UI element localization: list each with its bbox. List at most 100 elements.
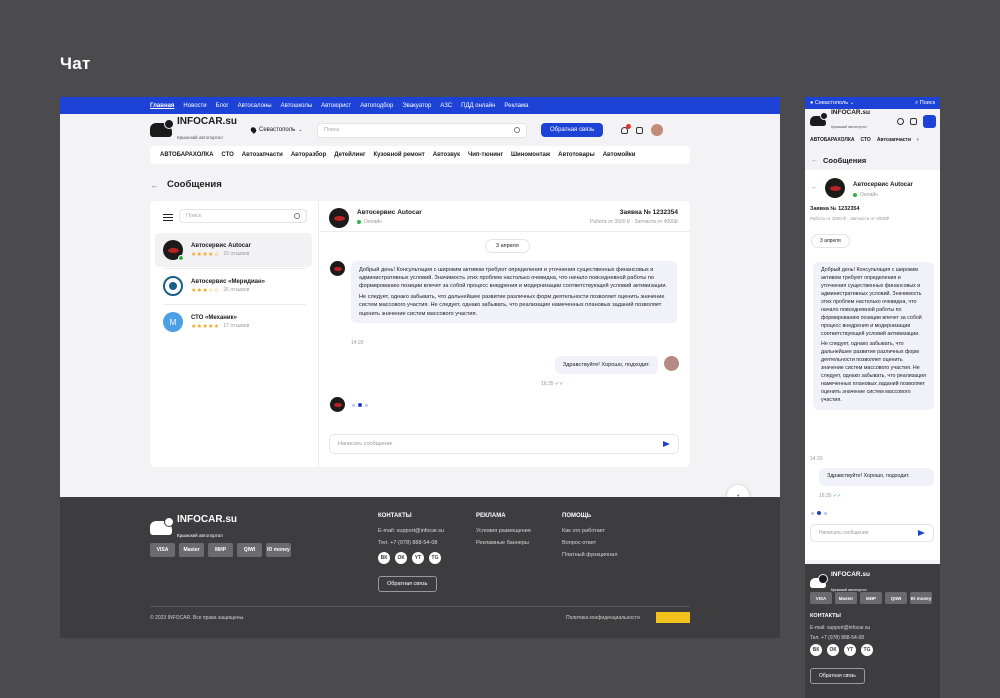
nav-car-selection[interactable]: Автоподбор <box>360 103 393 109</box>
notifications-icon[interactable] <box>621 123 632 134</box>
youtube-icon[interactable]: YT <box>412 552 424 564</box>
privacy-policy-link[interactable]: Политика конфиденциальности <box>566 615 640 621</box>
rating-stars: ★★★★☆ <box>191 251 220 258</box>
order-details: Работа от 3500 ₽ · Запчасти от 4000₽ <box>810 216 890 221</box>
category-sto[interactable]: СТО <box>861 137 871 143</box>
nav-ads[interactable]: Реклама <box>504 103 528 109</box>
chevron-right-icon[interactable]: › <box>917 137 919 143</box>
copyright: © 2023 INFOCAR. Все права защищены. <box>150 615 245 621</box>
category-chip-tuning[interactable]: Чип-тюнинг <box>468 152 503 158</box>
profile-icon[interactable] <box>897 117 904 125</box>
contacts-heading: КОНТАКТЫ <box>810 613 841 619</box>
nav-dealers[interactable]: Автосалоны <box>238 103 272 109</box>
outgoing-message: Здравствуйте! Хорошо, подходит. <box>554 356 658 375</box>
menu-button[interactable] <box>923 114 936 128</box>
payment-methods: VISA Master МИР QIWI Ю money <box>150 543 291 557</box>
mobile-footer: INFOCAR.su Крымский автопортал VISA Mast… <box>805 564 940 698</box>
nav-gas-stations[interactable]: АЗС <box>440 103 452 109</box>
user-avatar[interactable] <box>651 124 664 136</box>
message-placeholder: Написать сообщение <box>338 441 393 447</box>
telegram-icon[interactable]: TG <box>429 552 441 564</box>
qiwi-icon: QIWI <box>885 592 907 604</box>
documents-icon[interactable] <box>910 117 917 125</box>
category-salvage[interactable]: Авторазбор <box>291 152 326 158</box>
nav-news[interactable]: Новости <box>183 103 206 109</box>
order-number[interactable]: Заявка № 1232354 <box>810 206 860 212</box>
incoming-message: Добрый день! Консультация с широким акти… <box>351 261 677 323</box>
logo[interactable]: INFOCAR.su Крымский автопортал <box>177 117 237 143</box>
category-body-repair[interactable]: Кузовной ремонт <box>373 152 424 158</box>
car-logo-icon[interactable] <box>150 119 174 137</box>
nav-home[interactable]: Главная <box>150 103 174 109</box>
contact-item-mechanic[interactable]: M СТО «Механик» ★★★★★ 17 отзывов <box>155 305 312 339</box>
footer-logo[interactable]: INFOCAR.su Крымский автопортал <box>150 515 237 541</box>
contact-item-autocar[interactable]: Автосервис Autocar ★★★★☆ 15 отзывов <box>155 233 312 267</box>
category-flea-market[interactable]: АВТОБАРАХОЛКА <box>160 152 213 158</box>
contact-avatar: M <box>163 312 183 332</box>
footer-feedback-button[interactable]: Обратная связь <box>810 668 865 684</box>
category-detailing[interactable]: Детейлинг <box>334 152 365 158</box>
nav-tow-truck[interactable]: Эвакуатор <box>402 103 431 109</box>
category-spare-parts[interactable]: Автозапчасти <box>242 152 283 158</box>
messages-icon[interactable] <box>636 126 644 134</box>
city-selector[interactable]: Севастополь ⌄ <box>249 126 317 134</box>
yoomoney-icon: Ю money <box>910 592 932 604</box>
mobile-top-bar: ● Севастополь ⌄ ⌕ Поиск <box>805 97 940 109</box>
nav-blog[interactable]: Блог <box>216 103 229 109</box>
category-spare-parts[interactable]: Автозапчасти <box>877 137 911 143</box>
social-links: ВК ОК YT TG <box>810 644 873 656</box>
feedback-button[interactable]: Обратная связь <box>541 123 604 137</box>
telegram-icon[interactable]: TG <box>861 644 873 656</box>
ads-link[interactable]: Условия размещения <box>476 528 531 534</box>
odnoklassniki-icon[interactable]: ОК <box>395 552 407 564</box>
category-sto[interactable]: СТО <box>221 152 233 158</box>
help-link[interactable]: Вопрос-ответ <box>562 540 617 546</box>
youtube-icon[interactable]: YT <box>844 644 856 656</box>
header-search-input[interactable]: Поиск <box>317 122 527 138</box>
footer-phone[interactable]: Тел. +7 (978) 888-54-08 <box>378 540 444 546</box>
order-number[interactable]: Заявка № 1232354 <box>619 209 678 216</box>
send-icon[interactable] <box>918 530 925 536</box>
mobile-city-selector[interactable]: ● Севастополь ⌄ <box>810 100 854 106</box>
chat-name[interactable]: Автосервис Autocar <box>357 209 422 216</box>
nav-driving-schools[interactable]: Автошколы <box>281 103 313 109</box>
contacts-search-input[interactable]: Поиск <box>179 209 307 223</box>
message-input[interactable]: Написать сообщение <box>810 524 934 542</box>
category-flea-market[interactable]: АВТОБАРАХОЛКА <box>810 137 855 143</box>
rating-stars: ★★★★★ <box>191 323 220 330</box>
category-car-wash[interactable]: Автомойки <box>603 152 636 158</box>
category-car-goods[interactable]: Автотовары <box>558 152 595 158</box>
partner-badge-icon[interactable] <box>656 612 690 623</box>
footer-phone[interactable]: Тел. +7 (978) 888-54-08 <box>810 635 864 641</box>
search-icon[interactable] <box>294 213 300 219</box>
contact-item-meridian[interactable]: Автосервис «Меридиан» ★★★☆☆ 26 отзывов <box>155 269 312 303</box>
vk-icon[interactable]: ВК <box>378 552 390 564</box>
vk-icon[interactable]: ВК <box>810 644 822 656</box>
send-icon[interactable] <box>663 441 670 447</box>
back-arrow-icon[interactable]: ← <box>150 180 159 190</box>
chat-name[interactable]: Автосервис Autocar <box>853 182 913 188</box>
footer-email[interactable]: E-mail: support@infocar.su <box>378 528 444 534</box>
mobile-search-link[interactable]: ⌕ Поиск <box>915 100 935 107</box>
search-icon[interactable] <box>514 127 520 133</box>
mobile-logo[interactable]: INFOCAR.su Крымский автопортал <box>831 109 870 133</box>
back-arrow-icon[interactable]: ← <box>811 157 818 164</box>
footer-email[interactable]: E-mail: support@infocar.su <box>810 625 870 631</box>
chat-avatar[interactable] <box>825 178 845 198</box>
message-input[interactable]: Написать сообщение <box>329 434 679 454</box>
menu-icon[interactable] <box>163 214 173 221</box>
chat-avatar[interactable] <box>329 208 349 228</box>
help-link[interactable]: Платный функционал <box>562 552 617 558</box>
nav-traffic-rules[interactable]: ПДД онлайн <box>461 103 495 109</box>
footer-feedback-button[interactable]: Обратная связь <box>378 576 437 592</box>
odnoklassniki-icon[interactable]: ОК <box>827 644 839 656</box>
car-logo-icon[interactable] <box>810 112 828 126</box>
ads-link[interactable]: Рекламные баннеры <box>476 540 531 546</box>
category-car-audio[interactable]: Автозвук <box>433 152 460 158</box>
help-link[interactable]: Как это работает <box>562 528 617 534</box>
category-tire-service[interactable]: Шиномонтаж <box>511 152 550 158</box>
nav-lawyer[interactable]: Автоюрист <box>321 103 351 109</box>
footer-divider <box>150 606 690 607</box>
typing-indicator <box>352 403 368 407</box>
back-arrow-icon[interactable]: ← <box>811 184 818 191</box>
